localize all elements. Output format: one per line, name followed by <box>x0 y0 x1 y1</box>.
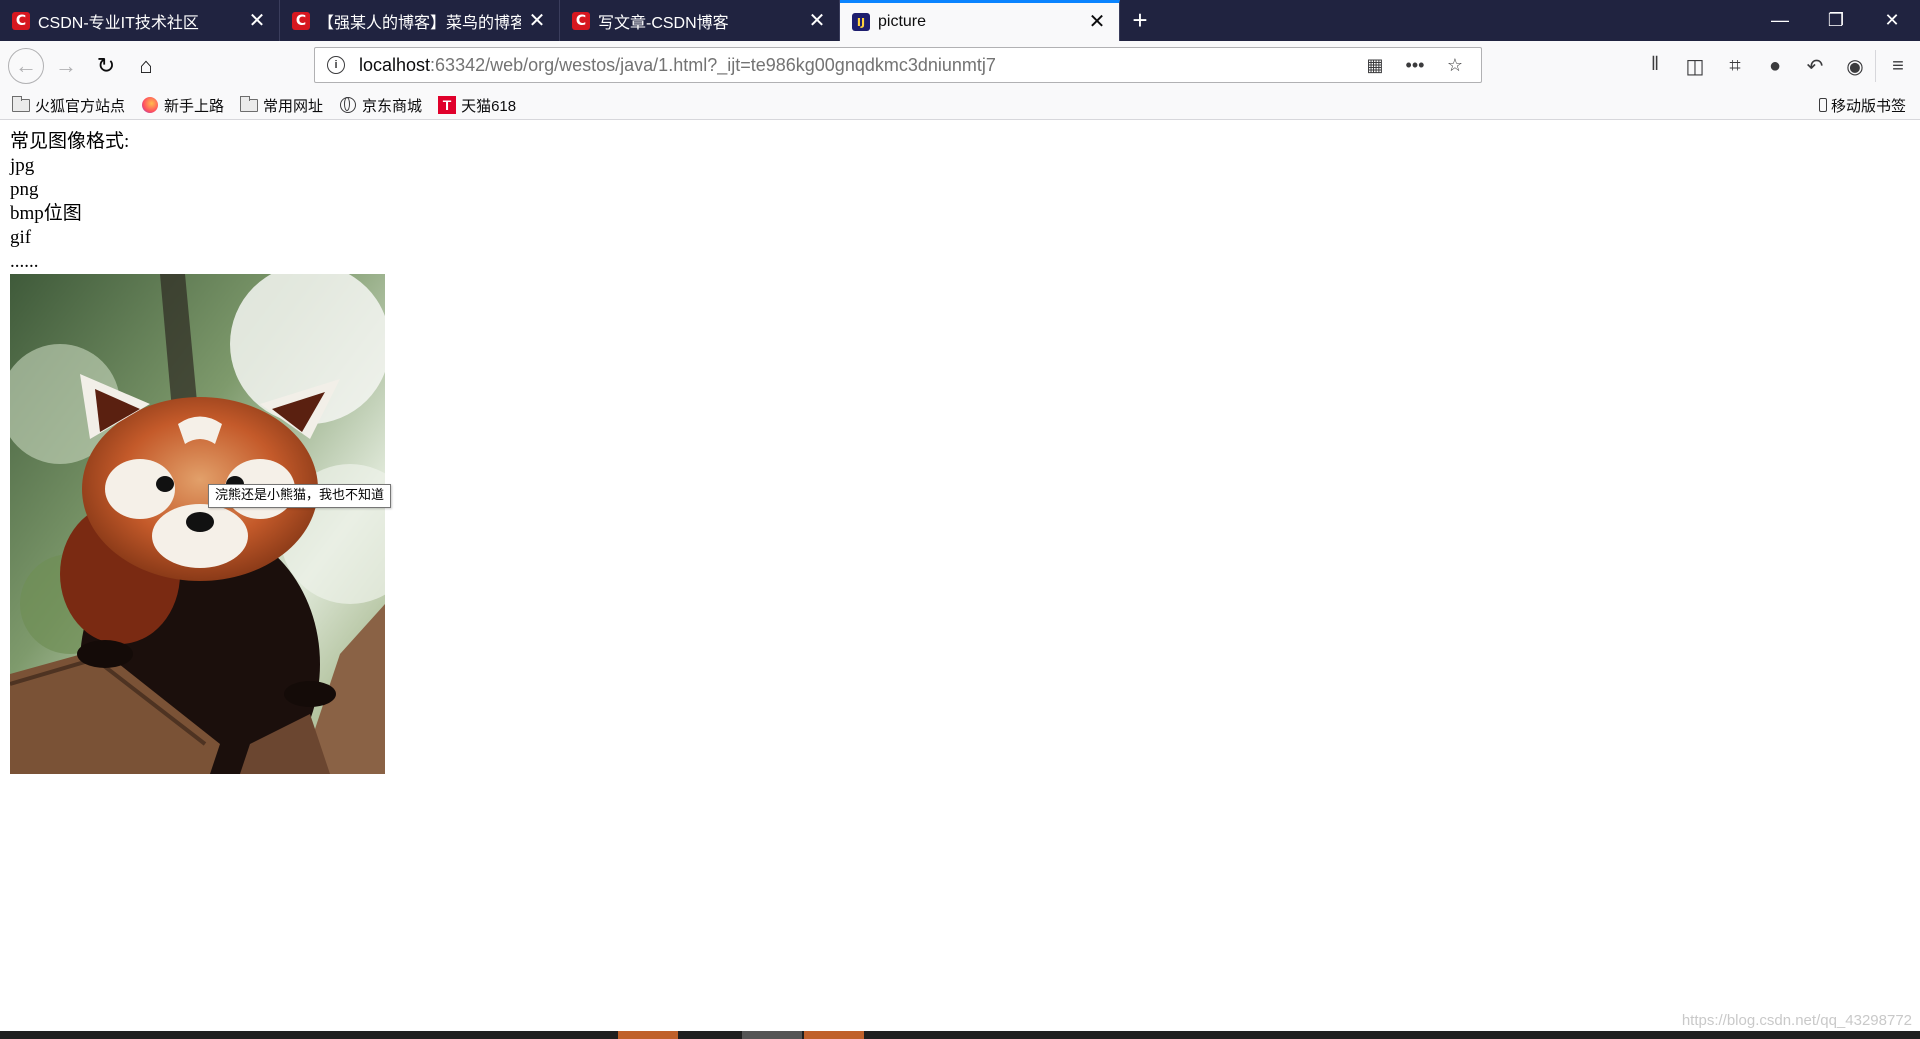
ellipsis-text: ...... <box>10 251 39 272</box>
url-path: :63342/web/org/westos/java/1.html?_ijt=t… <box>430 54 996 75</box>
undo-icon[interactable]: ↶ <box>1795 50 1835 82</box>
bookmark-label: 常用网址 <box>263 97 324 115</box>
close-icon[interactable]: ✕ <box>527 11 547 31</box>
page-actions-icon[interactable]: ••• <box>1395 55 1435 76</box>
globe-icon <box>339 97 357 113</box>
csdn-favicon: C <box>12 11 30 30</box>
home-button[interactable]: ⌂ <box>130 50 162 82</box>
bookmark-label: 天猫618 <box>461 97 517 115</box>
format-item: gif <box>10 227 32 248</box>
intellij-favicon: IJ <box>852 13 870 31</box>
close-icon[interactable]: ✕ <box>807 11 827 31</box>
mobile-bookmarks-label: 移动版书签 <box>1830 97 1906 115</box>
watermark-text: https://blog.csdn.net/qq_43298772 <box>1681 1012 1912 1029</box>
mobile-bookmarks[interactable]: 移动版书签 <box>1818 91 1906 119</box>
os-taskbar <box>0 1031 1920 1039</box>
tmall-icon: T <box>438 96 457 114</box>
format-item: bmp位图 <box>10 203 82 224</box>
sidebar-icon[interactable]: ◫ <box>1675 50 1715 82</box>
bookmark-getting-started[interactable]: 新手上路 <box>141 95 224 116</box>
taskbar-item[interactable] <box>804 1031 864 1039</box>
close-window-icon[interactable]: ✕ <box>1864 0 1920 41</box>
tab-title: 【强某人的博客】菜鸟的博客 - <box>318 14 521 32</box>
tab-blog[interactable]: C 【强某人的博客】菜鸟的博客 - ✕ <box>280 0 560 41</box>
url-actions: ▦ ••• ☆ <box>1355 48 1475 82</box>
bookmarks-toolbar: 火狐官方站点 新手上路 常用网址 京东商城 T 天猫618 移动版书签 <box>0 91 1920 120</box>
bookmark-firefox-official[interactable]: 火狐官方站点 <box>12 95 125 116</box>
url-host: localhost <box>359 54 431 75</box>
navigation-toolbar: ← → ↻ ⌂ i localhost:63342/web/org/westos… <box>0 41 1920 91</box>
bookmark-label: 新手上路 <box>164 97 225 115</box>
reload-button[interactable]: ↻ <box>90 50 122 82</box>
taskbar-item[interactable] <box>618 1031 678 1039</box>
tab-title: picture <box>878 13 927 30</box>
bookmark-star-icon[interactable]: ☆ <box>1435 55 1475 76</box>
formats-heading: 常见图像格式: <box>10 131 130 152</box>
tab-picture[interactable]: IJ picture ✕ <box>840 0 1120 41</box>
bookmark-common-sites[interactable]: 常用网址 <box>240 95 323 116</box>
bookmark-label: 火狐官方站点 <box>35 97 126 115</box>
back-button[interactable]: ← <box>8 48 44 84</box>
minimize-icon[interactable]: — <box>1752 0 1808 41</box>
chat-icon[interactable]: ● <box>1755 50 1795 82</box>
format-item: png <box>10 179 39 200</box>
image-tooltip: 浣熊还是小熊猫，我也不知道 <box>208 484 392 508</box>
folder-icon <box>240 95 259 113</box>
firefox-icon <box>141 97 159 113</box>
csdn-favicon: C <box>572 11 590 30</box>
info-icon[interactable]: i <box>327 56 345 74</box>
page-content: 常见图像格式: jpg png bmp位图 gif ...... <box>10 130 129 274</box>
bookmark-tmall[interactable]: T 天猫618 <box>438 95 516 116</box>
restore-icon[interactable]: ❐ <box>1808 0 1864 41</box>
forward-button[interactable]: → <box>50 50 82 82</box>
folder-icon <box>12 95 30 113</box>
close-icon[interactable]: ✕ <box>247 11 267 31</box>
qr-code-icon[interactable]: ▦ <box>1355 55 1395 76</box>
toolbar-right: 𝍪 ◫ ⌗ ● ↶ ◉ ≡ <box>1635 50 1920 82</box>
csdn-favicon: C <box>292 11 310 30</box>
red-panda-image[interactable] <box>10 274 385 774</box>
bookmark-jd[interactable]: 京东商城 <box>339 95 422 116</box>
taskbar-item[interactable] <box>742 1031 802 1039</box>
format-item: jpg <box>10 155 35 176</box>
tab-write-article[interactable]: C 写文章-CSDN博客 ✕ <box>560 0 840 41</box>
menu-icon[interactable]: ≡ <box>1875 50 1920 82</box>
phone-icon <box>1818 98 1827 112</box>
tab-title: 写文章-CSDN博客 <box>598 14 729 32</box>
tab-title: CSDN-专业IT技术社区 <box>38 14 199 32</box>
close-icon[interactable]: ✕ <box>1087 12 1107 32</box>
bookmark-label: 京东商城 <box>362 97 423 115</box>
new-tab-button[interactable]: + <box>1120 0 1160 41</box>
tab-csdn-home[interactable]: C CSDN-专业IT技术社区 ✕ <box>0 0 280 41</box>
library-icon[interactable]: 𝍪 <box>1635 50 1675 82</box>
screenshot-icon[interactable]: ⌗ <box>1715 50 1755 82</box>
window-controls: — ❐ ✕ <box>1752 0 1920 41</box>
tab-strip: C CSDN-专业IT技术社区 ✕ C 【强某人的博客】菜鸟的博客 - ✕ C … <box>0 0 1920 41</box>
account-icon[interactable]: ◉ <box>1835 50 1875 82</box>
address-bar[interactable]: i localhost:63342/web/org/westos/java/1.… <box>314 47 1482 83</box>
